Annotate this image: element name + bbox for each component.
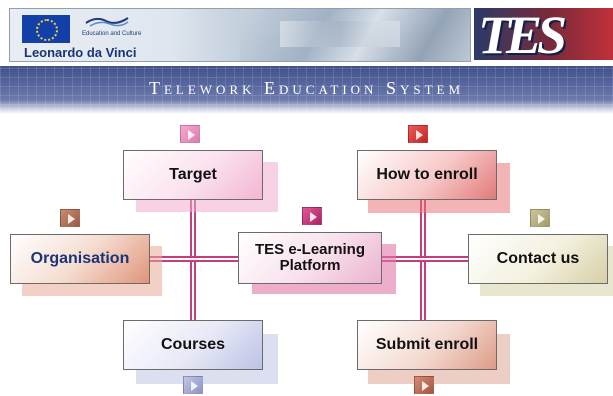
center-platform-button[interactable]: TES e-Learning Platform [238, 232, 382, 284]
center-arrow-icon [302, 207, 322, 225]
how-to-enroll-button[interactable]: How to enroll [357, 150, 497, 200]
program-name: Leonardo da Vinci [24, 45, 137, 60]
eu-flag-icon [22, 15, 70, 43]
tes-logo-text: TES [478, 8, 567, 60]
courses-button[interactable]: Courses [123, 320, 263, 370]
education-culture-logo-icon [85, 17, 129, 27]
header-banner: Education and Culture Leonardo da Vinci [9, 8, 471, 62]
organisation-arrow-icon [60, 209, 80, 227]
contact-us-arrow-icon [530, 209, 550, 227]
target-button[interactable]: Target [123, 150, 263, 200]
how-to-enroll-arrow-icon [408, 125, 428, 143]
header-photo [240, 9, 470, 61]
courses-arrow-icon [183, 376, 203, 394]
tes-logo[interactable]: TES [474, 8, 613, 60]
submit-enroll-arrow-icon [414, 376, 434, 394]
banner-title: Telework Education System [148, 78, 465, 98]
submit-enroll-button[interactable]: Submit enroll [357, 320, 497, 370]
contact-us-button[interactable]: Contact us [468, 234, 608, 284]
target-arrow-icon [180, 125, 200, 143]
page: Education and Culture Leonardo da Vinci … [0, 0, 613, 396]
organisation-button[interactable]: Organisation [10, 234, 150, 284]
program-line: Education and Culture [82, 31, 142, 37]
connector-left-horizontal [148, 256, 244, 262]
